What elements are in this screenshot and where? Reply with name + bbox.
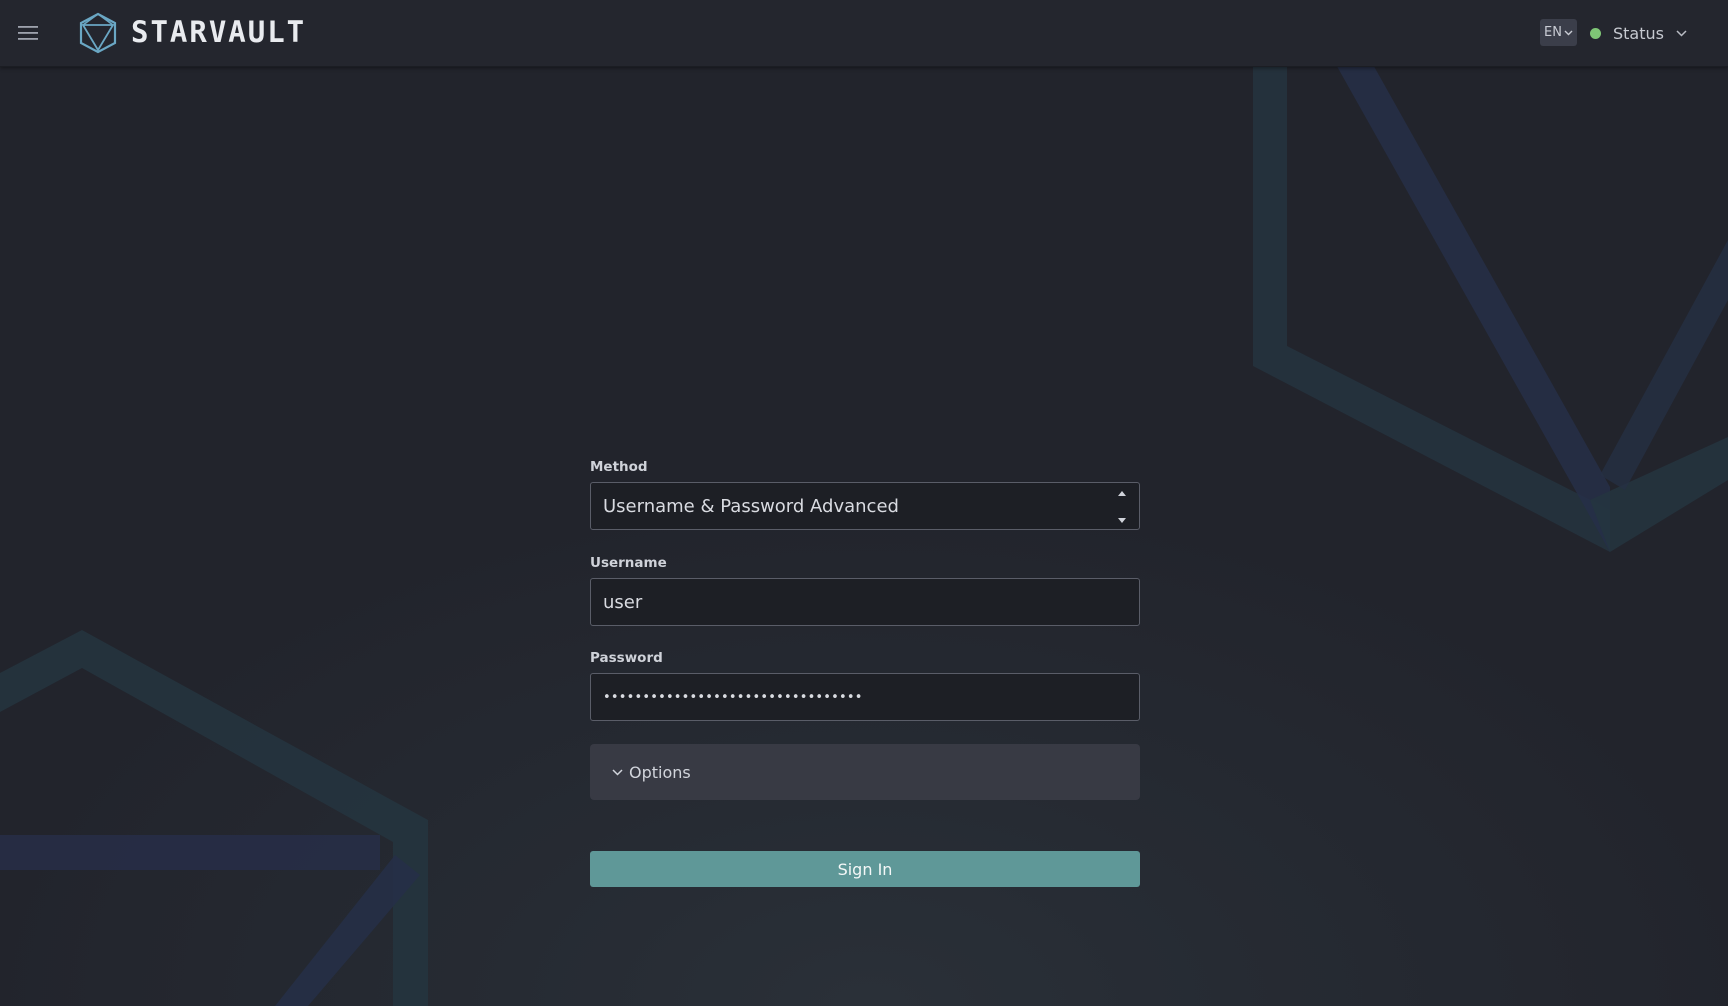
method-label: Method: [590, 459, 648, 475]
login-page: STARVAULT EN Status Method Username & Pa…: [0, 0, 1728, 1006]
options-expander[interactable]: Options: [590, 744, 1140, 800]
password-label: Password: [590, 650, 663, 666]
status-label: Status: [1613, 23, 1664, 43]
chevron-down-icon: [612, 768, 623, 776]
username-value: user: [603, 591, 643, 613]
hexagon-logo-icon: [79, 12, 117, 54]
login-form: Method Username & Password Advanced User…: [590, 458, 1140, 887]
sign-in-button[interactable]: Sign In: [590, 851, 1140, 887]
password-masked-value: •••••••••••••••••••••••••••••••••: [603, 689, 863, 705]
hamburger-menu-icon: [18, 26, 38, 40]
language-selector[interactable]: EN: [1540, 19, 1577, 46]
brand-name[interactable]: STARVAULT: [131, 14, 306, 50]
status-dropdown[interactable]: Status: [1590, 19, 1687, 47]
username-label: Username: [590, 555, 667, 571]
method-selected-value: Username & Password Advanced: [603, 495, 899, 517]
status-indicator-dot: [1590, 27, 1601, 39]
chevron-down-icon: [1676, 29, 1687, 37]
password-input[interactable]: •••••••••••••••••••••••••••••••••: [590, 673, 1140, 721]
username-input[interactable]: user: [590, 578, 1140, 626]
sort-arrows-icon: [1117, 491, 1127, 523]
menu-button[interactable]: [16, 22, 40, 44]
options-label: Options: [629, 762, 691, 782]
top-header: STARVAULT EN Status: [0, 0, 1728, 67]
method-select[interactable]: Username & Password Advanced: [590, 482, 1140, 530]
chevron-down-icon: [1564, 30, 1573, 35]
language-label: EN: [1544, 25, 1562, 40]
